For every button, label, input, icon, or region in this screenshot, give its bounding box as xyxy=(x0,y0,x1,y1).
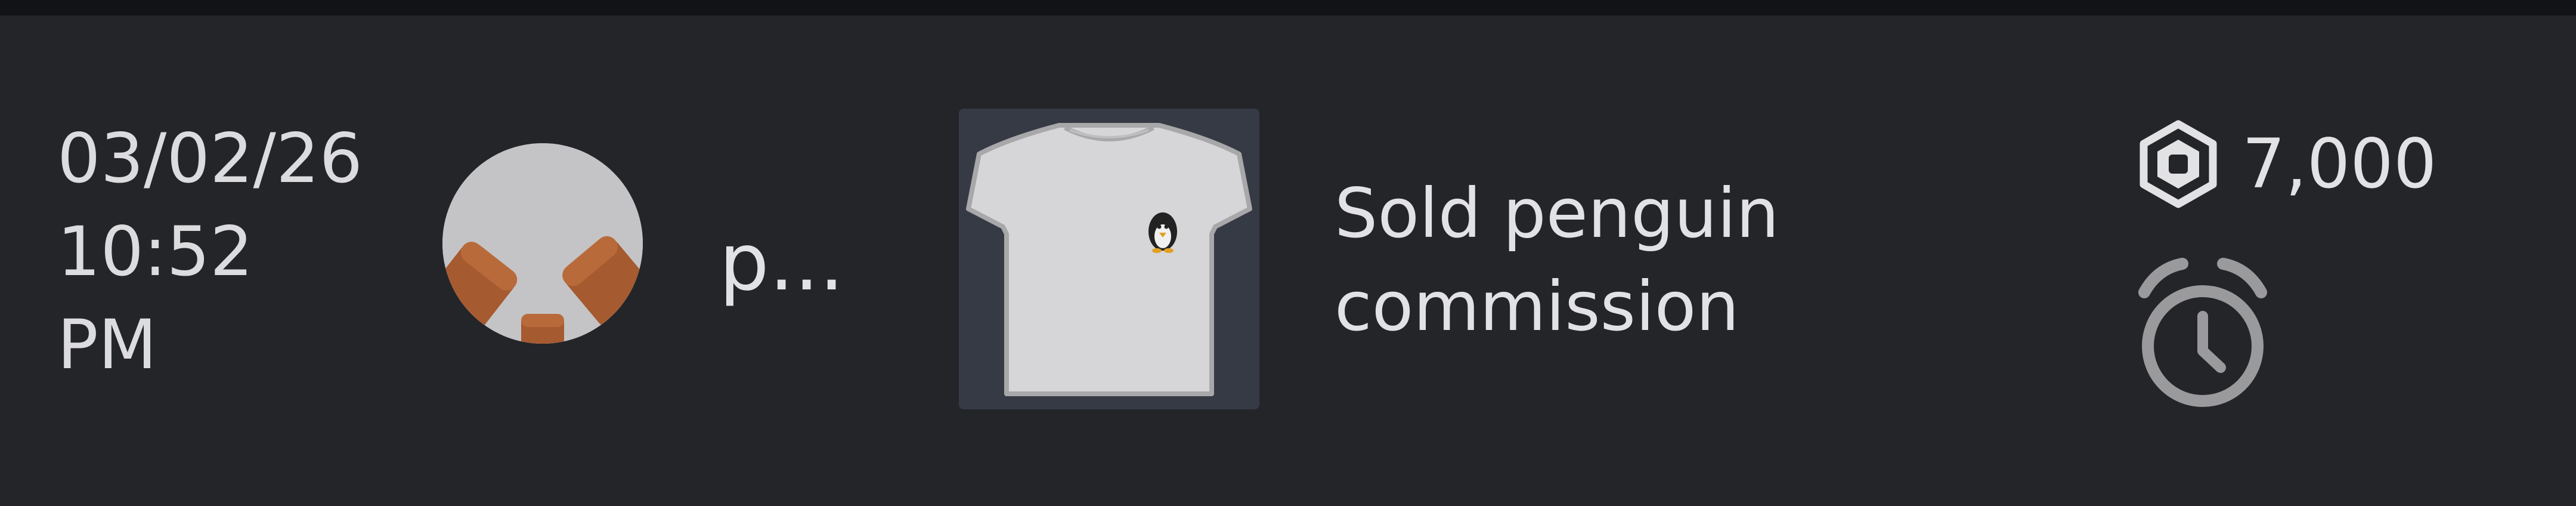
item-thumbnail[interactable] xyxy=(959,109,1259,409)
price: 7,000 xyxy=(2134,113,2436,215)
item-description: Sold penguin commission xyxy=(1335,174,1779,346)
user-avatar[interactable] xyxy=(442,143,643,344)
transaction-meridiem: PM xyxy=(57,305,157,384)
t-shirt-icon xyxy=(966,123,1252,396)
robux-icon xyxy=(2140,120,2217,208)
username[interactable]: p... xyxy=(719,215,844,310)
transaction-time: 10:52 xyxy=(57,212,253,291)
price-amount: 7,000 xyxy=(2242,124,2437,203)
alarm-clock-icon xyxy=(2134,255,2272,411)
top-strip xyxy=(0,0,2576,16)
transaction-date: 03/02/26 xyxy=(57,119,363,198)
transaction-date-time: 03/02/26 10:52 PM xyxy=(57,112,391,391)
avatar-headshot-icon xyxy=(442,143,643,344)
